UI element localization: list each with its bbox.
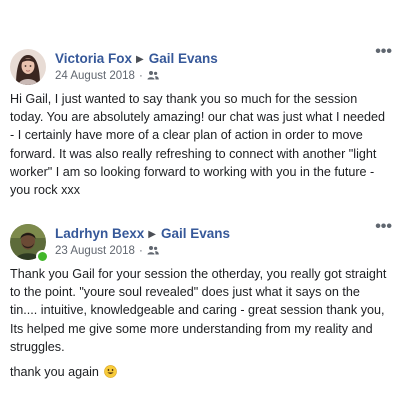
post-date[interactable]: 23 August 2018 (55, 245, 135, 257)
post-paragraph: Thank you Gail for your session the othe… (10, 267, 387, 354)
meta-separator: · (138, 70, 143, 82)
smiley-emoji-icon (104, 365, 118, 378)
post-meta: 23 August 2018 · (55, 245, 159, 258)
friends-icon[interactable] (147, 70, 159, 83)
recipient-name[interactable]: Gail Evans (149, 51, 218, 66)
online-status-indicator (36, 250, 49, 263)
friends-icon[interactable] (147, 245, 159, 258)
post-header: Victoria Fox ▶ Gail Evans (55, 51, 218, 66)
post-date[interactable]: 24 August 2018 (55, 70, 135, 82)
triangle-right-icon: ▶ (148, 229, 156, 240)
triangle-right-icon: ▶ (136, 54, 144, 65)
post-meta: 24 August 2018 · (55, 70, 159, 83)
post-paragraph-text: thank you again (10, 365, 99, 380)
post-header: Ladrhyn Bexx ▶ Gail Evans (55, 226, 230, 241)
avatar[interactable] (10, 49, 46, 85)
post-body: Thank you Gail for your session the othe… (10, 265, 390, 381)
post-paragraph: thank you again (10, 363, 390, 381)
author-name[interactable]: Victoria Fox (55, 51, 132, 66)
post-body: Hi Gail, I just wanted to say thank you … (10, 90, 390, 199)
post-paragraph: Hi Gail, I just wanted to say thank you … (10, 92, 386, 198)
recipient-name[interactable]: Gail Evans (161, 226, 230, 241)
avatar-photo (10, 49, 46, 85)
meta-separator: · (138, 245, 143, 257)
more-options-button[interactable]: ••• (375, 44, 392, 60)
more-options-button[interactable]: ••• (375, 219, 392, 235)
author-name[interactable]: Ladrhyn Bexx (55, 226, 144, 241)
